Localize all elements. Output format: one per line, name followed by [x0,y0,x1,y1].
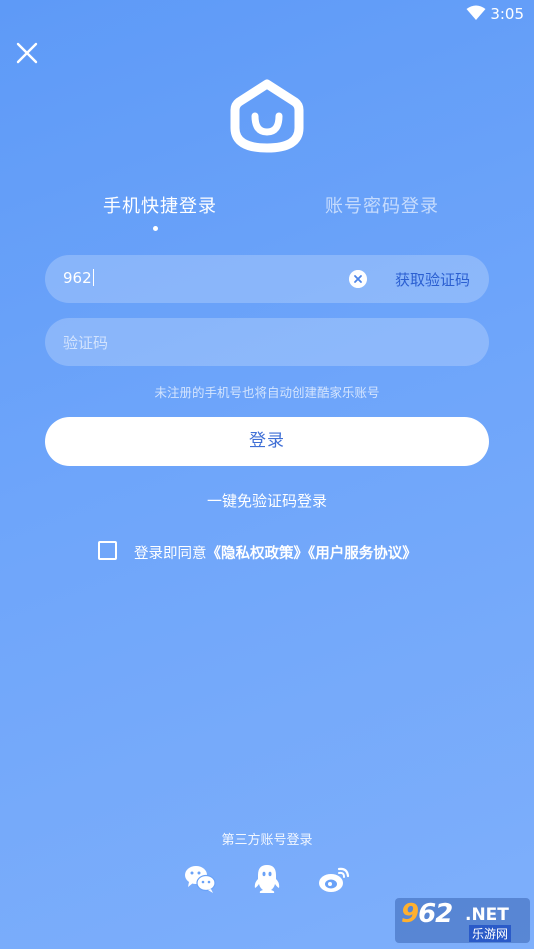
text-caret [92,269,94,286]
code-input[interactable]: 验证码 [45,318,489,366]
agreement-prefix: 登录即同意 [134,546,207,562]
qq-icon[interactable] [251,864,283,894]
quick-login-link[interactable]: 一键免验证码登录 [0,490,534,511]
phone-input-value: 962 [63,269,94,287]
register-hint: 未注册的手机号也将自动创建酷家乐账号 [154,385,380,400]
wifi-icon [466,5,486,20]
terms-of-service-link[interactable]: 《用户服务协议》 [308,546,417,562]
get-code-button[interactable]: 获取验证码 [395,269,470,290]
login-button[interactable]: 登录 [45,417,489,466]
status-time: 3:05 [490,5,524,23]
phone-input[interactable]: 962 获取验证码 [45,255,489,303]
tab-phone-login[interactable]: 手机快捷登录 [103,192,217,218]
third-party-label: 第三方账号登录 [221,833,313,848]
close-icon[interactable] [12,38,42,68]
tab-active-indicator [153,226,158,231]
agreement-checkbox[interactable] [98,541,117,560]
agreement-text: 登录即同意《隐私权政策》《用户服务协议》 [134,542,417,563]
watermark-subtitle: 乐游网 [469,925,512,942]
weibo-icon[interactable] [318,864,350,894]
privacy-policy-link[interactable]: 《隐私权政策》 [207,546,309,562]
code-input-placeholder: 验证码 [63,334,109,352]
tab-account-login[interactable]: 账号密码登录 [325,192,439,218]
status-bar: 3:05 [0,0,534,28]
site-watermark: 962 .NET 乐游网 [395,898,530,943]
clear-input-icon[interactable] [349,270,367,288]
wechat-icon[interactable] [184,864,216,894]
watermark-brand: 962 [401,899,453,929]
app-logo [230,79,304,153]
watermark-net: .NET [465,905,509,925]
